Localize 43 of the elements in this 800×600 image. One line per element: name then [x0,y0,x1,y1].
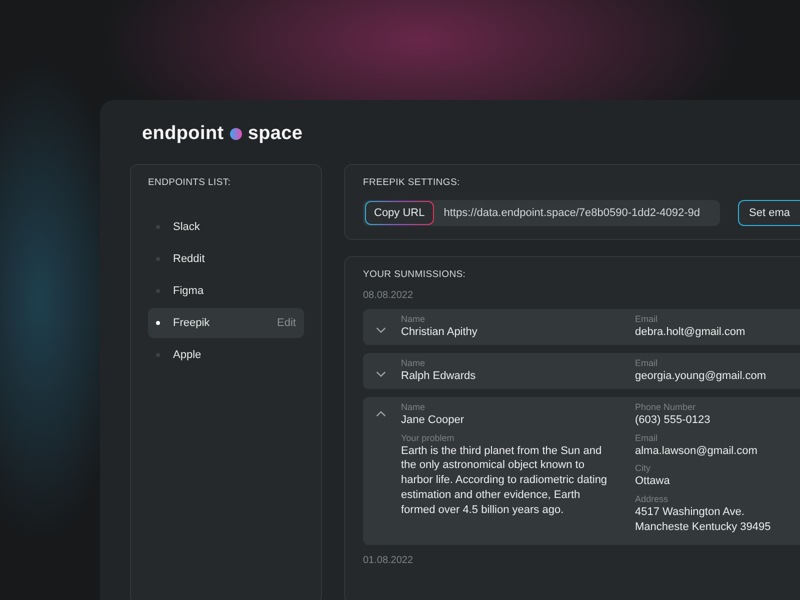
date-label: 08.08.2022 [363,290,414,301]
panel-title: ENDPOINTS LIST: [148,177,232,188]
field-value: Ralph Edwards [401,368,477,384]
date-label: 01.08.2022 [363,554,414,566]
chevron-icon[interactable] [376,410,386,417]
field-label: Email [635,358,659,368]
field-value: Jane Cooper [401,412,465,428]
field-value: Earth is the third planet from the Sun and the only astronomical object known to harbor life. According to radiometric dating estimation and other evidence, Earth formed over 4.5 billion years ago. [401,444,608,518]
field-value: (603) 555-0123 [635,412,712,428]
chevron-icon[interactable] [376,327,386,334]
url-field[interactable]: Copy URL https://data.endpoint.space/7e8b0590-1dd2-4092-9d [363,200,720,226]
edit-link[interactable]: Edit [277,317,296,329]
field-label: Email [635,314,659,324]
field-label: City [635,463,652,474]
endpoint-item[interactable]: Figma [148,276,304,306]
logo-text: space [248,123,303,145]
set-email-button[interactable]: Set ema [738,200,800,226]
endpoint-item[interactable]: Slack [148,212,304,242]
endpoint-item[interactable]: Freepik Edit [148,308,304,338]
submission-row[interactable]: Name Ralph Edwards Email georgia.young@gmail.com [363,352,800,389]
field-label: Email [635,432,659,443]
field-label: Name [401,402,426,412]
field-label: Your problem [401,432,456,443]
logo-dot-icon [230,128,242,140]
endpoint-item[interactable]: Apple [148,340,304,370]
field-value: georgia.young@gmail.com [635,368,768,384]
panel-title: FREEPIK SETTINGS: [363,177,461,188]
chevron-icon[interactable] [376,370,386,378]
logo-text: endpoint [142,123,224,145]
field-value: 4517 Washington Ave. Mancheste Kentucky 39495 [635,505,772,535]
submission-row[interactable]: Name Christian Apithy Email debra.holt@gmail.com [363,309,800,345]
field-label: Address [635,494,670,504]
field-value: debra.holt@gmail.com [635,325,746,340]
field-value: Ottawa [635,474,671,490]
copy-url-button[interactable]: Copy URL [365,201,434,225]
field-label: Name [401,314,426,324]
panel-title: YOUR SUNMISSIONS: [363,269,467,280]
field-value: Christian Apithy [401,325,478,340]
field-value: alma.lawson@gmail.com [635,444,758,458]
field-label: Phone Number [635,402,697,412]
submission-row[interactable] [363,396,800,545]
field-label: Name [401,358,426,368]
endpoint-item[interactable]: Reddit [148,244,304,274]
